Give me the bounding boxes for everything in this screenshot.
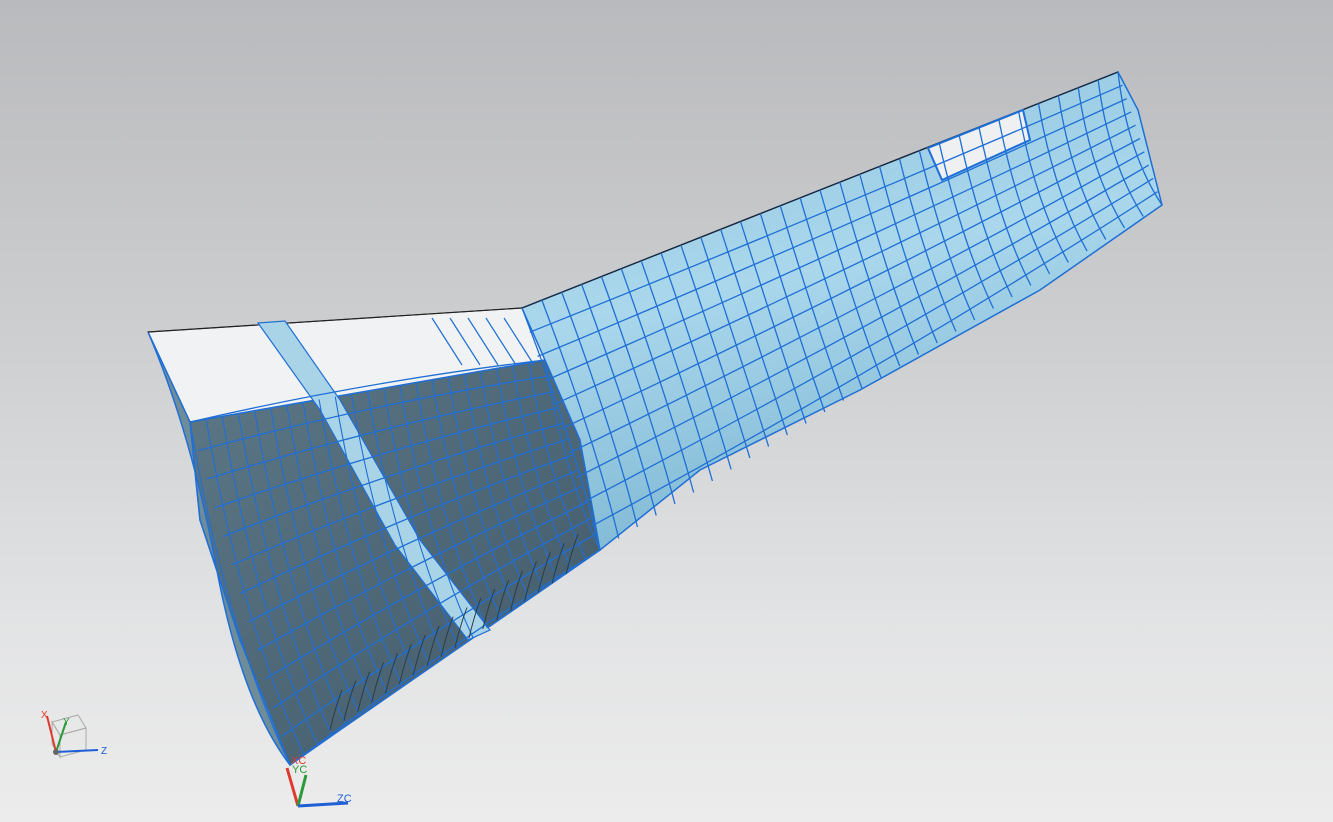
wing-model-view[interactable]: X Y Z XC YC ZC: [0, 0, 1333, 822]
wcs-z-label: ZC: [337, 793, 352, 805]
view-orientation-triad[interactable]: X Y Z: [41, 710, 107, 759]
wcs-y-axis: [296, 774, 308, 807]
view-y-label: Y: [63, 717, 70, 728]
inner-wing-internal-structure: [189, 359, 601, 767]
view-z-label: Z: [101, 746, 107, 757]
wcs-y-label: YC: [292, 764, 307, 776]
view-z-axis: [55, 749, 99, 753]
view-x-label: X: [41, 710, 48, 721]
graphics-viewport[interactable]: X Y Z XC YC ZC: [0, 0, 1333, 822]
wcs-triad[interactable]: XC YC ZC: [285, 755, 352, 808]
